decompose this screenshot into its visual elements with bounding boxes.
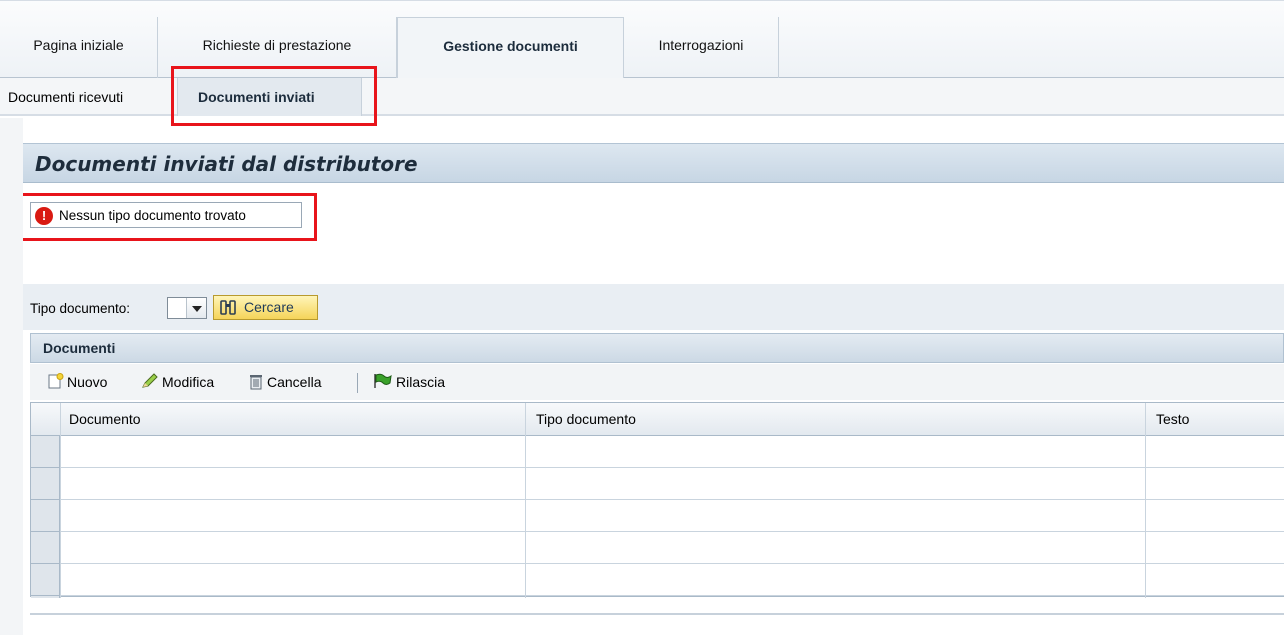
search-button[interactable]: Cercare [213, 295, 318, 320]
new-button[interactable]: Nuovo [48, 373, 107, 393]
top-tabs: Pagina iniziale Richieste di prestazione… [0, 17, 779, 78]
documents-toolbar: Nuovo Modifica Cancella Rilascia [30, 364, 1284, 400]
column-header-documento[interactable]: Documento [69, 411, 141, 427]
row-selector[interactable] [31, 500, 60, 532]
edit-button-label: Modifica [162, 374, 215, 390]
documents-section-header: Documenti [30, 333, 1284, 363]
binoculars-icon [219, 299, 237, 320]
left-margin [0, 118, 23, 635]
documents-table: Documento Tipo documento Testo [30, 402, 1284, 598]
table-row[interactable] [60, 500, 1284, 532]
tab-gestione-documenti[interactable]: Gestione documenti [397, 17, 624, 78]
page-title: Documenti inviati dal distributore [35, 152, 418, 176]
pencil-icon [141, 373, 159, 390]
tipo-documento-select[interactable] [167, 297, 207, 319]
row-selector[interactable] [31, 468, 60, 500]
column-divider [525, 403, 526, 598]
delete-button[interactable]: Cancella [248, 373, 321, 393]
trash-icon [248, 373, 264, 390]
chevron-down-icon[interactable] [186, 298, 206, 318]
tab-interrogazioni[interactable]: Interrogazioni [624, 17, 779, 78]
subtab-documenti-ricevuti[interactable]: Documenti ricevuti [8, 78, 123, 116]
delete-button-label: Cancella [267, 374, 322, 390]
column-header-tipo-documento[interactable]: Tipo documento [536, 411, 636, 427]
sub-navigation-bar: Documenti ricevuti Documenti inviati [0, 78, 1284, 116]
row-selector[interactable] [31, 436, 60, 468]
column-divider [1145, 403, 1146, 598]
error-message: ! Nessun tipo documento trovato [30, 202, 302, 228]
table-row[interactable] [60, 564, 1284, 596]
new-button-label: Nuovo [67, 374, 108, 390]
top-navigation-bar: Pagina iniziale Richieste di prestazione… [0, 0, 1284, 78]
flag-icon [373, 373, 393, 390]
documents-section-title: Documenti [43, 340, 116, 356]
tab-richieste-di-prestazione[interactable]: Richieste di prestazione [158, 17, 397, 78]
toolbar-separator [357, 373, 358, 393]
tipo-documento-label: Tipo documento: [30, 301, 131, 316]
row-selector[interactable] [31, 532, 60, 564]
row-selector[interactable] [31, 564, 60, 596]
table-row[interactable] [60, 532, 1284, 564]
subtab-divider [172, 86, 173, 108]
error-icon: ! [35, 207, 53, 225]
release-button-label: Rilascia [396, 374, 446, 390]
tab-pagina-iniziale[interactable]: Pagina iniziale [0, 17, 158, 78]
new-document-icon [48, 373, 64, 390]
edit-button[interactable]: Modifica [141, 373, 214, 393]
search-button-label: Cercare [244, 299, 294, 315]
column-header-testo[interactable]: Testo [1156, 411, 1189, 427]
table-header: Documento Tipo documento Testo [31, 403, 1284, 436]
subtab-documenti-inviati[interactable]: Documenti inviati [177, 78, 362, 116]
table-row[interactable] [60, 436, 1284, 468]
error-message-text: Nessun tipo documento trovato [59, 208, 246, 223]
table-row[interactable] [60, 468, 1284, 500]
search-bar: Tipo documento: Cercare [23, 284, 1284, 330]
bottom-divider [30, 613, 1284, 615]
release-button[interactable]: Rilascia [373, 373, 445, 393]
column-divider [60, 403, 61, 598]
page-header: Documenti inviati dal distributore [23, 143, 1284, 183]
